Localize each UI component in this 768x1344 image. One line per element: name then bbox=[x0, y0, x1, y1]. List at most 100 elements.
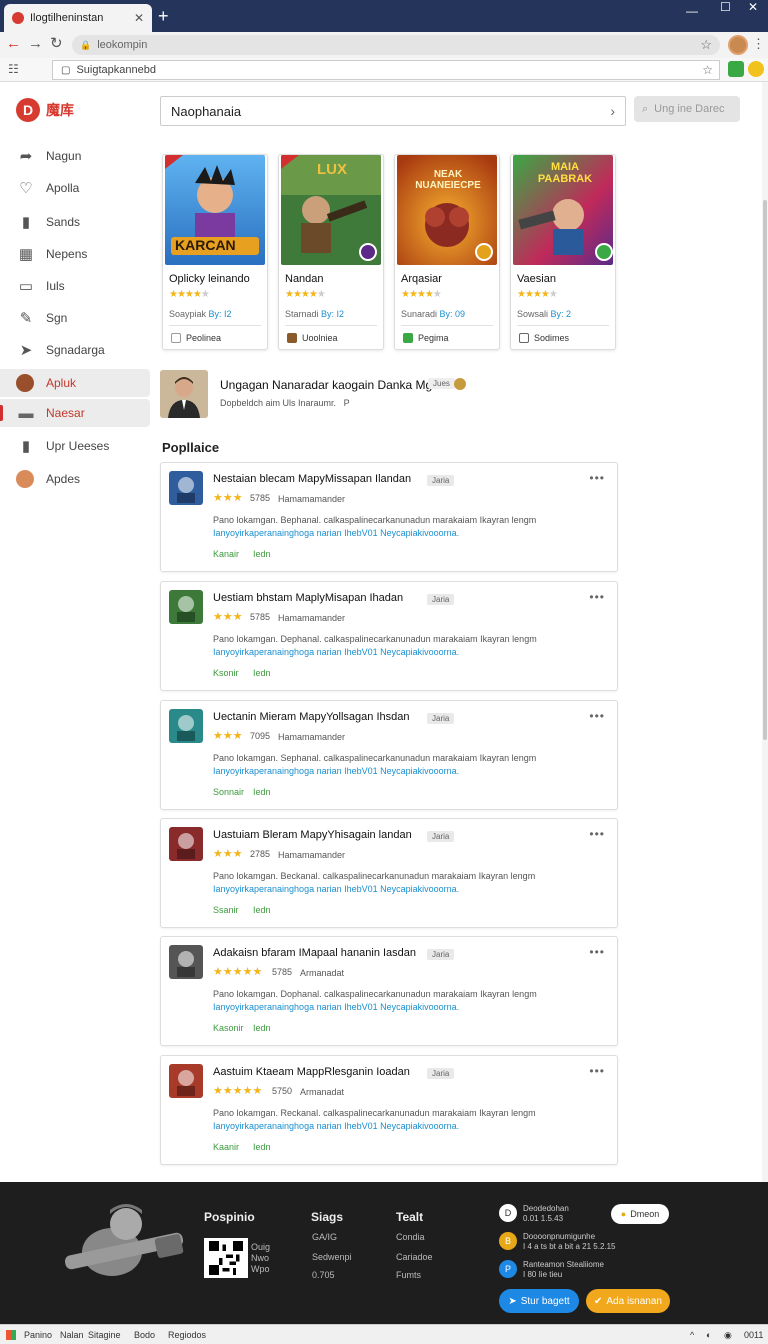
description-link[interactable]: Ianyoyirkaperanainghoga narian IhebV01 N… bbox=[213, 1002, 459, 1012]
status-item[interactable]: Bodo bbox=[134, 1330, 155, 1340]
chevron-right-icon[interactable]: › bbox=[610, 103, 615, 119]
featured-title: Ungagan Nanaradar kaogain Danka Mg bbox=[220, 378, 433, 392]
game-card[interactable]: MAIA PAABRAK Vaesian ★★★★★ Sowsali By: 2… bbox=[510, 154, 616, 350]
list-item-title[interactable]: Uastuiam Bleram MapyYhisagain landan bbox=[213, 829, 412, 841]
sidebar-item-iuls[interactable]: ▭ Iuls bbox=[0, 272, 150, 300]
sidebar-item-sands[interactable]: ▮ Sands bbox=[0, 208, 150, 236]
search-input[interactable]: Naophanaia › bbox=[160, 96, 626, 126]
social-b-icon[interactable]: B bbox=[499, 1232, 517, 1250]
footer-link[interactable]: Cariadoe bbox=[396, 1252, 433, 1262]
description-link[interactable]: Ianyoyirkaperanainghoga narian IhebV01 N… bbox=[213, 766, 459, 776]
card-footer: Pegima bbox=[403, 333, 449, 343]
list-item-title[interactable]: Uectanin Mieram MapyYollsagan Ihsdan bbox=[213, 711, 409, 723]
minimize-icon[interactable]: — bbox=[686, 5, 698, 18]
action-link[interactable]: Iedn bbox=[253, 668, 271, 678]
more-options-icon[interactable]: ••• bbox=[589, 709, 605, 723]
toggle-icon: ▭ bbox=[18, 278, 34, 295]
forward-icon[interactable]: → bbox=[28, 36, 43, 52]
social-p-icon[interactable]: P bbox=[499, 1260, 517, 1278]
footer-link[interactable]: Fumts bbox=[396, 1270, 421, 1280]
list-item[interactable]: Uectanin Mieram MapyYollsagan Ihsdan Jari… bbox=[160, 700, 618, 810]
list-item-title[interactable]: Adakaisn bfaram IMapaal hananin Iasdan bbox=[213, 947, 416, 959]
action-link[interactable]: Ssanir bbox=[213, 905, 239, 915]
windows-icon[interactable] bbox=[6, 1330, 16, 1340]
list-item[interactable]: Uastuiam Bleram MapyYhisagain landan Jari… bbox=[160, 818, 618, 928]
address-bar[interactable]: 🔒 leokompin ☆ bbox=[72, 35, 720, 55]
avatar-icon bbox=[16, 374, 34, 392]
star-icon[interactable]: ☆ bbox=[702, 63, 713, 77]
sidebar-item-nagun[interactable]: ➦ Nagun bbox=[0, 142, 150, 170]
status-item[interactable]: Sitagine bbox=[88, 1330, 121, 1340]
new-tab-icon[interactable]: + bbox=[158, 6, 169, 26]
more-options-icon[interactable]: ••• bbox=[589, 590, 605, 604]
game-card[interactable]: NEAK NUANEIECPE Arqasiar ★★★★★ Sunaradi … bbox=[394, 154, 500, 350]
apps-icon[interactable]: ☷ bbox=[8, 62, 19, 76]
list-item[interactable]: Aastuim Ktaeam MappRlesganin Ioadan Jaria… bbox=[160, 1055, 618, 1165]
extension-yellow-icon[interactable] bbox=[748, 61, 764, 77]
action-link[interactable]: Iedn bbox=[253, 549, 271, 559]
list-item[interactable]: Uestiam bhstam MaplyMisapan Ihadan Jaria •… bbox=[160, 581, 618, 691]
search-button[interactable]: ⌕ Ung ine Darec bbox=[634, 96, 740, 122]
action-link[interactable]: Iedn bbox=[253, 905, 271, 915]
status-item[interactable]: Nalan bbox=[60, 1330, 84, 1340]
footer-link[interactable]: Condia bbox=[396, 1232, 425, 1242]
sidebar-item-nepens[interactable]: ▦ Nepens bbox=[0, 240, 150, 268]
sidebar-item-naesar[interactable]: ▬ Naesar bbox=[0, 399, 150, 427]
footer-link[interactable]: 0.705 bbox=[312, 1270, 335, 1280]
game-card[interactable]: KARCAN Oplicky leinando ★★★★★ Soaypiak B… bbox=[162, 154, 268, 350]
tray-icon[interactable]: ^ bbox=[690, 1330, 694, 1340]
back-icon[interactable]: ← bbox=[6, 36, 21, 52]
more-options-icon[interactable]: ••• bbox=[589, 827, 605, 841]
list-item-title[interactable]: Uestiam bhstam MaplyMisapan Ihadan bbox=[213, 592, 403, 604]
description-link[interactable]: Ianyoyirkaperanainghoga narian IhebV01 N… bbox=[213, 647, 459, 657]
list-item-title[interactable]: Aastuim Ktaeam MappRlesganin Ioadan bbox=[213, 1066, 410, 1078]
more-options-icon[interactable]: ••• bbox=[589, 945, 605, 959]
extension-green-icon[interactable] bbox=[728, 61, 744, 77]
profile-avatar[interactable] bbox=[728, 35, 748, 55]
maximize-icon[interactable]: ☐ bbox=[720, 1, 731, 14]
reload-icon[interactable]: ↻ bbox=[50, 36, 63, 52]
action-link[interactable]: Iedn bbox=[253, 1023, 271, 1033]
bookmark-search-field[interactable]: ▢ Suigtapkannebd ☆ bbox=[52, 60, 720, 80]
action-link[interactable]: Kanair bbox=[213, 549, 239, 559]
more-options-icon[interactable]: ••• bbox=[589, 1064, 605, 1078]
sidebar-item-sgnadarga[interactable]: ➤ Sgnadarga bbox=[0, 336, 150, 364]
list-item-title[interactable]: Nestaian blecam MapyMissapan Ilandan bbox=[213, 473, 411, 485]
browser-tab[interactable]: Ilogtilheninstan ✕ bbox=[4, 4, 152, 32]
action-link[interactable]: Kasonir bbox=[213, 1023, 244, 1033]
action-link[interactable]: Iedn bbox=[253, 1142, 271, 1152]
bookmark-star-icon[interactable]: ☆ bbox=[700, 37, 712, 53]
action-link[interactable]: Kaanir bbox=[213, 1142, 239, 1152]
status-item[interactable]: Panino bbox=[24, 1330, 52, 1340]
social-d-icon[interactable]: D bbox=[499, 1204, 517, 1222]
more-options-icon[interactable]: ••• bbox=[589, 471, 605, 485]
status-item[interactable]: Regiodos bbox=[168, 1330, 206, 1340]
close-window-icon[interactable]: ✕ bbox=[748, 1, 758, 14]
action-link[interactable]: Iedn bbox=[253, 787, 271, 797]
sidebar-item-apolla[interactable]: ♡ Apolla bbox=[0, 174, 150, 202]
featured-item[interactable]: Ungagan Nanaradar kaogain Danka Mg Jues … bbox=[160, 370, 740, 420]
store-button-blue[interactable]: ➤ Stur bagett bbox=[499, 1289, 579, 1313]
footer-link[interactable]: Sedwenpi bbox=[312, 1252, 352, 1262]
download-pill[interactable]: ● Dmeon bbox=[611, 1204, 669, 1224]
wifi-icon[interactable]: ◐ bbox=[706, 1330, 711, 1340]
description-link[interactable]: Ianyoyirkaperanainghoga narian IhebV01 N… bbox=[213, 528, 459, 538]
scrollbar-thumb[interactable] bbox=[763, 200, 767, 740]
sidebar-item-apdes[interactable]: Apdes bbox=[0, 465, 150, 493]
sidebar-item-upr-ueeses[interactable]: ▮ Upr Ueeses bbox=[0, 432, 150, 460]
footer-link[interactable]: GA/IG bbox=[312, 1232, 337, 1242]
list-item[interactable]: Adakaisn bfaram IMapaal hananin Iasdan Ja… bbox=[160, 936, 618, 1046]
close-tab-icon[interactable]: ✕ bbox=[134, 11, 144, 25]
sidebar-item-sgn[interactable]: ✎ Sgn bbox=[0, 304, 150, 332]
list-item[interactable]: Nestaian blecam MapyMissapan Ilandan Jari… bbox=[160, 462, 618, 572]
brand-logo[interactable]: D 魔库 bbox=[16, 98, 74, 122]
action-link[interactable]: Sonnair bbox=[213, 787, 244, 797]
menu-icon[interactable]: ⋮ bbox=[752, 36, 765, 52]
sidebar-item-apluk[interactable]: Apluk bbox=[0, 369, 150, 397]
description-link[interactable]: Ianyoyirkaperanainghoga narian IhebV01 N… bbox=[213, 884, 459, 894]
store-button-yellow[interactable]: ✔ Ada isnanan bbox=[586, 1289, 670, 1313]
globe-icon[interactable]: ◉ bbox=[724, 1330, 732, 1341]
action-link[interactable]: Ksonir bbox=[213, 668, 239, 678]
description-link[interactable]: Ianyoyirkaperanainghoga narian IhebV01 N… bbox=[213, 1121, 459, 1131]
game-card[interactable]: LUX Nandan ★★★★★ Starnadi By: I2 Uoolnie… bbox=[278, 154, 384, 350]
